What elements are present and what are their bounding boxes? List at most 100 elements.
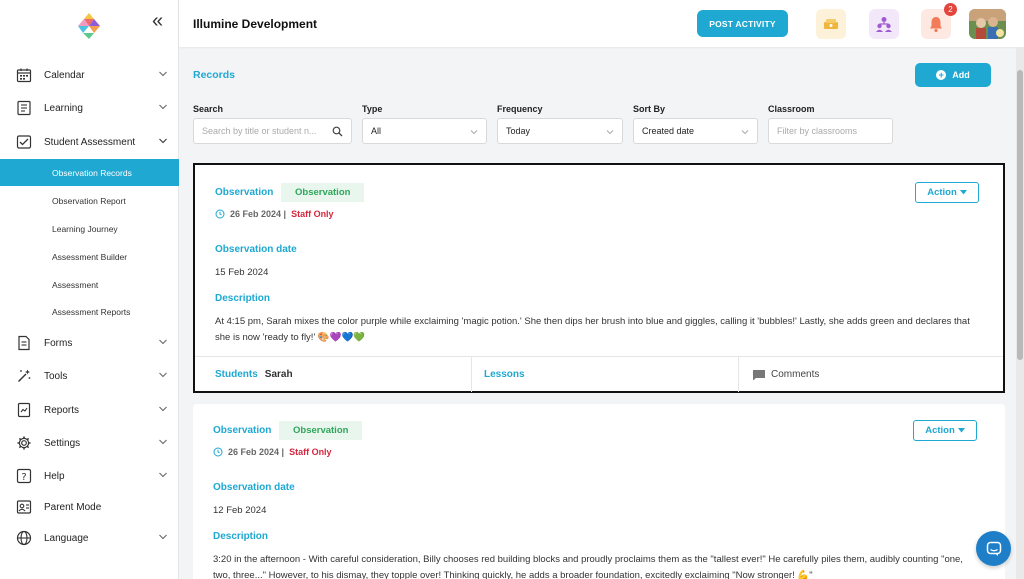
record-type: Observation xyxy=(213,425,272,436)
sidebar-subitem-label: Assessment Builder xyxy=(52,251,128,262)
sidebar-subitem-label: Assessment xyxy=(52,279,99,290)
record-meta: 26 Feb 2024 | Staff Only xyxy=(213,447,332,457)
sidebar-subitem-label: Observation Records xyxy=(52,167,132,178)
staff-button[interactable] xyxy=(869,9,899,39)
parent-icon xyxy=(16,500,32,514)
frequency-select[interactable]: Today xyxy=(497,118,623,144)
description-label: Description xyxy=(213,531,269,542)
sidebar-item-label: Student Assessment xyxy=(44,136,136,148)
chevron-up-icon xyxy=(159,138,167,144)
frequency-label: Frequency xyxy=(497,104,543,114)
sidebar-item-tools[interactable]: Tools xyxy=(0,362,179,390)
gear-icon xyxy=(17,436,31,450)
record-card[interactable]: Observation Observation 26 Feb 2024 | St… xyxy=(193,404,1005,579)
search-icon xyxy=(332,126,343,137)
chevron-down-icon xyxy=(159,71,167,77)
sort-by-select[interactable]: Created date xyxy=(633,118,758,144)
sidebar-item-label: Tools xyxy=(44,370,68,382)
action-label: Action xyxy=(925,425,955,436)
frequency-value: Today xyxy=(506,126,531,136)
sidebar-item-student-assessment[interactable]: Student Assessment xyxy=(0,128,179,156)
clock-icon xyxy=(215,209,225,219)
sidebar-item-label: Forms xyxy=(44,337,73,349)
record-date: 26 Feb 2024 | xyxy=(228,447,285,457)
sidebar-subitem-assessment-reports[interactable]: Assessment Reports xyxy=(0,298,179,325)
sidebar: « Calendar Learning Student Assessment O… xyxy=(0,0,179,579)
chevron-down-icon xyxy=(159,406,167,412)
type-label: Type xyxy=(362,104,383,114)
footer-divider xyxy=(471,357,472,392)
action-dropdown-button[interactable]: Action xyxy=(915,182,979,203)
app-title: Illumine Development xyxy=(193,17,318,31)
bell-icon xyxy=(930,17,942,33)
search-label: Search xyxy=(193,104,224,114)
classroom-button[interactable] xyxy=(816,9,846,39)
type-select[interactable]: All xyxy=(362,118,487,144)
scrollbar-thumb[interactable] xyxy=(1017,70,1023,360)
description-label: Description xyxy=(215,293,271,304)
chevron-down-icon xyxy=(159,372,167,378)
sidebar-subitem-observation-report[interactable]: Observation Report xyxy=(0,187,179,214)
post-activity-button[interactable]: POST ACTIVITY xyxy=(697,10,788,37)
sidebar-subitem-observation-records[interactable]: Observation Records xyxy=(0,159,179,186)
search-input[interactable]: Search by title or student n... xyxy=(193,118,352,144)
students-label: Students xyxy=(215,369,258,380)
chevron-down-icon xyxy=(741,130,749,135)
sidebar-item-language[interactable]: Language xyxy=(0,524,179,552)
record-tag: Observation xyxy=(281,183,365,202)
chevron-down-icon xyxy=(159,534,167,540)
sidebar-item-label: Settings xyxy=(44,437,81,449)
sidebar-subitem-label: Assessment Reports xyxy=(52,306,131,317)
students-value[interactable]: Sarah xyxy=(265,369,293,380)
collapse-sidebar-button[interactable]: « xyxy=(152,11,163,31)
record-card[interactable]: Observation Observation 26 Feb 2024 | St… xyxy=(193,163,1005,393)
description-text: At 4:15 pm, Sarah mixes the color purple… xyxy=(215,316,970,343)
lessons-link[interactable]: Lessons xyxy=(484,357,525,392)
chevron-down-icon xyxy=(159,439,167,445)
chevron-down-icon xyxy=(606,130,614,135)
sidebar-item-parent-mode[interactable]: Parent Mode xyxy=(0,493,179,521)
chat-support-button[interactable] xyxy=(976,531,1011,566)
chevron-down-icon xyxy=(470,130,478,135)
classroom-filter-input[interactable]: Filter by classrooms xyxy=(768,118,893,144)
action-dropdown-button[interactable]: Action xyxy=(913,420,977,441)
app-logo xyxy=(78,13,100,39)
people-icon xyxy=(876,17,892,32)
sidebar-item-label: Calendar xyxy=(44,69,85,81)
avatar-image xyxy=(969,9,1006,39)
clock-icon xyxy=(213,447,223,457)
type-value: All xyxy=(371,126,382,136)
comments-button[interactable]: Comments xyxy=(752,357,819,392)
sidebar-item-reports[interactable]: Reports xyxy=(0,396,179,424)
sort-by-label: Sort By xyxy=(633,104,666,114)
top-bar: Illumine Development POST ACTIVITY 2 xyxy=(179,0,1024,47)
svg-text:?: ? xyxy=(21,472,26,483)
chevron-down-icon xyxy=(159,339,167,345)
sidebar-subitem-label: Learning Journey xyxy=(52,223,118,234)
sidebar-item-calendar[interactable]: Calendar xyxy=(0,61,179,89)
search-placeholder: Search by title or student n... xyxy=(202,126,317,136)
sidebar-item-label: Learning xyxy=(44,102,83,114)
logo-area: « xyxy=(0,0,178,47)
caret-down-icon xyxy=(959,190,967,195)
sidebar-subitem-assessment-builder[interactable]: Assessment Builder xyxy=(0,243,179,270)
record-date: 26 Feb 2024 | xyxy=(230,209,287,219)
sidebar-subitem-assessment[interactable]: Assessment xyxy=(0,271,179,298)
record-meta: 26 Feb 2024 | Staff Only xyxy=(215,209,334,219)
add-record-button[interactable]: + Add xyxy=(915,63,991,87)
sidebar-item-settings[interactable]: Settings xyxy=(0,429,179,457)
chevron-down-icon xyxy=(159,472,167,478)
classroom-label: Classroom xyxy=(768,104,815,114)
user-avatar[interactable] xyxy=(969,9,1006,39)
caret-down-icon xyxy=(957,428,965,433)
sidebar-subitem-learning-journey[interactable]: Learning Journey xyxy=(0,215,179,242)
sidebar-item-help[interactable]: ? Help xyxy=(0,462,179,490)
add-button-label: Add xyxy=(952,70,970,80)
sidebar-subitem-label: Observation Report xyxy=(52,195,126,206)
sidebar-item-forms[interactable]: Forms xyxy=(0,329,179,357)
record-tag: Observation xyxy=(279,421,363,440)
report-icon xyxy=(17,402,31,418)
observation-date-label: Observation date xyxy=(213,482,295,493)
calendar-icon xyxy=(16,68,32,83)
sidebar-item-learning[interactable]: Learning xyxy=(0,94,179,122)
